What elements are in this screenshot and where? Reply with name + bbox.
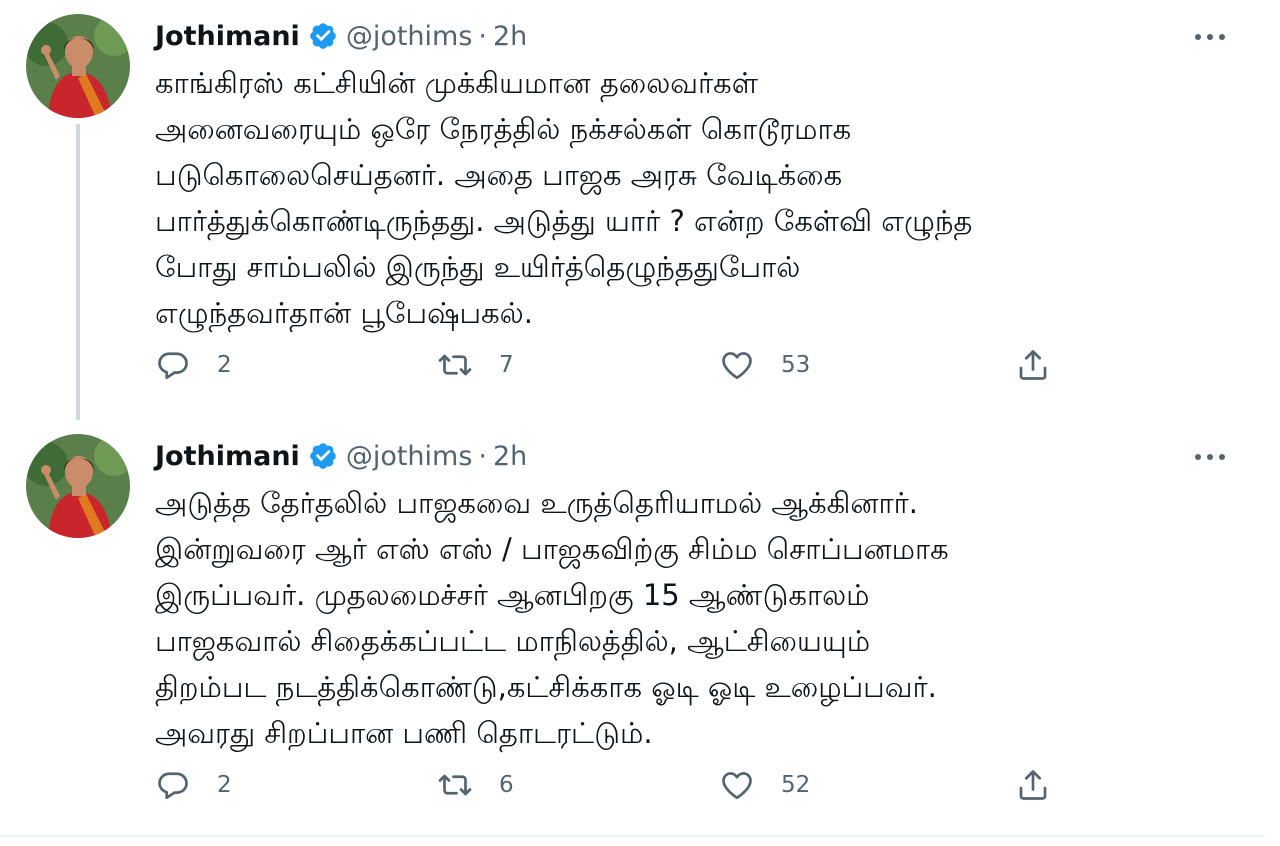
more-options-icon[interactable] xyxy=(1190,442,1230,472)
tweet[interactable]: Jothimani @jothims · 2h அடுத்த தேர்தலில்… xyxy=(0,420,1280,835)
retweet-count: 6 xyxy=(499,772,514,798)
share-button[interactable] xyxy=(1015,340,1051,390)
author-handle[interactable]: @jothims xyxy=(346,441,473,472)
tweet-text-line: படுகொலைசெய்தனர். அதை பாஜக அரசு வேடிக்கை xyxy=(155,158,843,192)
author-name[interactable]: Jothimani xyxy=(155,21,300,52)
tweet-text: காங்கிரஸ் கட்சியின் முக்கியமான தலைவர்கள்… xyxy=(155,60,1245,336)
tweet-text-line: பார்த்துக்கொண்டிருந்தது. அடுத்து யார் ? … xyxy=(155,204,973,238)
tweet-text-line: போது சாம்பலில் இருந்து உயிர்த்தெழுந்ததுப… xyxy=(155,250,801,284)
heart-icon xyxy=(722,352,752,380)
retweet-icon xyxy=(438,774,472,796)
separator-dot: · xyxy=(478,440,487,472)
tweet-text-line: காங்கிரஸ் கட்சியின் முக்கியமான தலைவர்கள் xyxy=(155,66,758,100)
like-count: 52 xyxy=(781,772,811,798)
thread-connector-line xyxy=(76,124,80,420)
reply-icon xyxy=(158,772,188,800)
author-avatar[interactable] xyxy=(26,14,130,118)
tweet-text-line: அனைவரையும் ஒரே நேரத்தில் நக்சல்கள் கொடூர… xyxy=(155,112,852,146)
tweet-text-line: திறம்பட நடத்திக்கொண்டு,கட்சிக்காக ஓடி ஓட… xyxy=(155,670,937,704)
tweet[interactable]: Jothimani @jothims · 2h காங்கிரஸ் கட்சிய… xyxy=(0,0,1280,420)
more-options-icon[interactable] xyxy=(1190,22,1230,52)
verified-badge-icon xyxy=(308,441,338,471)
tweet-text-line: இருப்பவர். முதலமைச்சர் ஆனபிறகு 15 ஆண்டுக… xyxy=(155,578,870,612)
tweet-timestamp[interactable]: 2h xyxy=(493,21,527,52)
like-button[interactable]: 52 xyxy=(719,760,810,810)
reply-button[interactable]: 2 xyxy=(155,760,232,810)
retweet-button[interactable]: 7 xyxy=(437,340,514,390)
share-icon xyxy=(1019,350,1047,380)
tweet-header: Jothimani @jothims · 2h xyxy=(155,16,527,56)
like-button[interactable]: 53 xyxy=(719,340,810,390)
share-button[interactable] xyxy=(1015,760,1051,810)
reply-count: 2 xyxy=(217,772,232,798)
retweet-icon xyxy=(438,354,472,376)
tweet-header: Jothimani @jothims · 2h xyxy=(155,436,527,476)
tweet-text-line: அடுத்த தேர்தலில் பாஜகவை உருத்தெரியாமல் ஆ… xyxy=(155,486,919,520)
retweet-count: 7 xyxy=(499,352,514,378)
share-icon xyxy=(1019,770,1047,800)
tweet-text: அடுத்த தேர்தலில் பாஜகவை உருத்தெரியாமல் ஆ… xyxy=(155,480,1245,756)
verified-badge-icon xyxy=(308,21,338,51)
like-count: 53 xyxy=(781,352,811,378)
reply-button[interactable]: 2 xyxy=(155,340,232,390)
tweet-actions: 2 6 52 xyxy=(155,760,1075,810)
tweet-text-line: எழுந்தவர்தான் பூபேஷ்பகல். xyxy=(155,296,533,330)
author-avatar[interactable] xyxy=(26,434,130,538)
heart-icon xyxy=(722,772,752,800)
reply-count: 2 xyxy=(217,352,232,378)
tweet-timestamp[interactable]: 2h xyxy=(493,441,527,472)
separator-dot: · xyxy=(478,20,487,52)
tweet-text-line: பாஜகவால் சிதைக்கப்பட்ட மாநிலத்தில், ஆட்ச… xyxy=(155,624,871,658)
author-name[interactable]: Jothimani xyxy=(155,441,300,472)
tweet-text-line: அவரது சிறப்பான பணி தொடரட்டும். xyxy=(155,716,653,750)
reply-icon xyxy=(158,352,188,380)
tweet-text-line: இன்றுவரை ஆர் எஸ் எஸ் / பாஜகவிற்கு சிம்ம … xyxy=(155,532,949,566)
retweet-button[interactable]: 6 xyxy=(437,760,514,810)
bottom-divider xyxy=(0,835,1265,837)
author-handle[interactable]: @jothims xyxy=(346,21,473,52)
tweet-actions: 2 7 53 xyxy=(155,340,1075,390)
